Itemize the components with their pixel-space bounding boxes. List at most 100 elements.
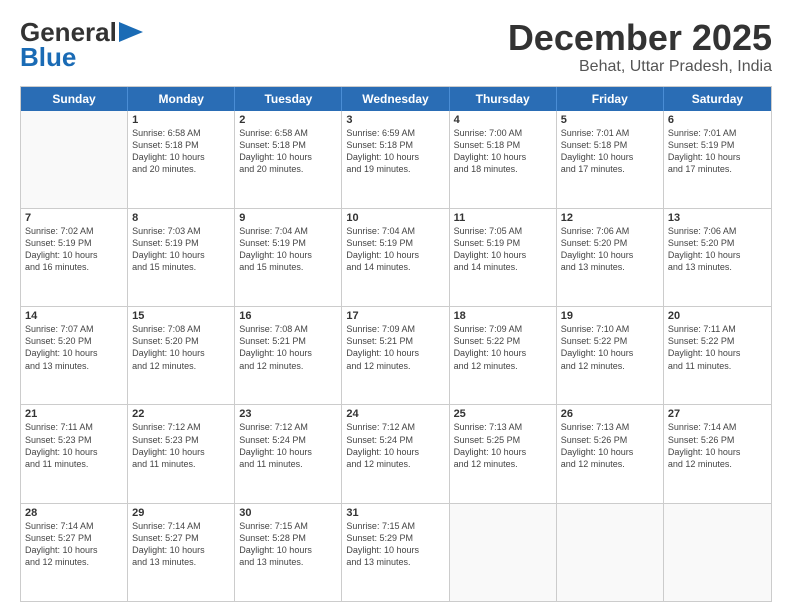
day-info: Sunrise: 7:12 AMSunset: 5:24 PMDaylight:… (346, 421, 444, 470)
calendar-day-5: 5Sunrise: 7:01 AMSunset: 5:18 PMDaylight… (557, 111, 664, 208)
calendar-day-29: 29Sunrise: 7:14 AMSunset: 5:27 PMDayligh… (128, 504, 235, 601)
day-info: Sunrise: 7:13 AMSunset: 5:25 PMDaylight:… (454, 421, 552, 470)
month-title: December 2025 (508, 18, 772, 58)
weekday-header-sunday: Sunday (21, 87, 128, 111)
calendar-day-1: 1Sunrise: 6:58 AMSunset: 5:18 PMDaylight… (128, 111, 235, 208)
calendar-day-31: 31Sunrise: 7:15 AMSunset: 5:29 PMDayligh… (342, 504, 449, 601)
day-info: Sunrise: 7:08 AMSunset: 5:20 PMDaylight:… (132, 323, 230, 372)
calendar-day-20: 20Sunrise: 7:11 AMSunset: 5:22 PMDayligh… (664, 307, 771, 404)
day-number: 2 (239, 114, 337, 126)
day-number: 12 (561, 212, 659, 224)
day-info: Sunrise: 7:01 AMSunset: 5:19 PMDaylight:… (668, 127, 767, 176)
calendar-day-23: 23Sunrise: 7:12 AMSunset: 5:24 PMDayligh… (235, 405, 342, 502)
day-info: Sunrise: 6:59 AMSunset: 5:18 PMDaylight:… (346, 127, 444, 176)
calendar-day-19: 19Sunrise: 7:10 AMSunset: 5:22 PMDayligh… (557, 307, 664, 404)
calendar-day-16: 16Sunrise: 7:08 AMSunset: 5:21 PMDayligh… (235, 307, 342, 404)
calendar-week-5: 28Sunrise: 7:14 AMSunset: 5:27 PMDayligh… (21, 504, 771, 601)
calendar-day-25: 25Sunrise: 7:13 AMSunset: 5:25 PMDayligh… (450, 405, 557, 502)
calendar-page: General Blue December 2025 Behat, Uttar … (0, 0, 792, 612)
weekday-header-wednesday: Wednesday (342, 87, 449, 111)
day-info: Sunrise: 7:00 AMSunset: 5:18 PMDaylight:… (454, 127, 552, 176)
calendar-day-empty (450, 504, 557, 601)
day-number: 8 (132, 212, 230, 224)
day-info: Sunrise: 7:13 AMSunset: 5:26 PMDaylight:… (561, 421, 659, 470)
day-info: Sunrise: 7:14 AMSunset: 5:27 PMDaylight:… (132, 520, 230, 569)
day-info: Sunrise: 7:11 AMSunset: 5:23 PMDaylight:… (25, 421, 123, 470)
day-number: 14 (25, 310, 123, 322)
day-info: Sunrise: 7:09 AMSunset: 5:21 PMDaylight:… (346, 323, 444, 372)
day-number: 30 (239, 507, 337, 519)
day-number: 17 (346, 310, 444, 322)
day-info: Sunrise: 7:08 AMSunset: 5:21 PMDaylight:… (239, 323, 337, 372)
calendar-day-6: 6Sunrise: 7:01 AMSunset: 5:19 PMDaylight… (664, 111, 771, 208)
day-number: 11 (454, 212, 552, 224)
day-number: 25 (454, 408, 552, 420)
day-number: 24 (346, 408, 444, 420)
day-info: Sunrise: 7:09 AMSunset: 5:22 PMDaylight:… (454, 323, 552, 372)
calendar-day-empty (557, 504, 664, 601)
day-number: 18 (454, 310, 552, 322)
header: General Blue December 2025 Behat, Uttar … (20, 18, 772, 76)
calendar-day-18: 18Sunrise: 7:09 AMSunset: 5:22 PMDayligh… (450, 307, 557, 404)
day-info: Sunrise: 7:05 AMSunset: 5:19 PMDaylight:… (454, 225, 552, 274)
day-number: 21 (25, 408, 123, 420)
day-info: Sunrise: 7:02 AMSunset: 5:19 PMDaylight:… (25, 225, 123, 274)
calendar-body: 1Sunrise: 6:58 AMSunset: 5:18 PMDaylight… (21, 111, 771, 601)
day-number: 7 (25, 212, 123, 224)
day-info: Sunrise: 7:07 AMSunset: 5:20 PMDaylight:… (25, 323, 123, 372)
calendar-day-8: 8Sunrise: 7:03 AMSunset: 5:19 PMDaylight… (128, 209, 235, 306)
calendar-day-3: 3Sunrise: 6:59 AMSunset: 5:18 PMDaylight… (342, 111, 449, 208)
calendar-day-11: 11Sunrise: 7:05 AMSunset: 5:19 PMDayligh… (450, 209, 557, 306)
calendar-day-12: 12Sunrise: 7:06 AMSunset: 5:20 PMDayligh… (557, 209, 664, 306)
calendar-week-1: 1Sunrise: 6:58 AMSunset: 5:18 PMDaylight… (21, 111, 771, 209)
calendar-day-9: 9Sunrise: 7:04 AMSunset: 5:19 PMDaylight… (235, 209, 342, 306)
calendar-week-3: 14Sunrise: 7:07 AMSunset: 5:20 PMDayligh… (21, 307, 771, 405)
calendar-day-empty (664, 504, 771, 601)
day-number: 19 (561, 310, 659, 322)
day-info: Sunrise: 7:06 AMSunset: 5:20 PMDaylight:… (668, 225, 767, 274)
weekday-header-friday: Friday (557, 87, 664, 111)
weekday-header-saturday: Saturday (664, 87, 771, 111)
day-number: 9 (239, 212, 337, 224)
logo-arrow-icon (117, 21, 145, 43)
calendar-day-empty (21, 111, 128, 208)
calendar-day-7: 7Sunrise: 7:02 AMSunset: 5:19 PMDaylight… (21, 209, 128, 306)
day-number: 13 (668, 212, 767, 224)
day-number: 28 (25, 507, 123, 519)
day-number: 3 (346, 114, 444, 126)
day-info: Sunrise: 7:03 AMSunset: 5:19 PMDaylight:… (132, 225, 230, 274)
day-number: 5 (561, 114, 659, 126)
day-info: Sunrise: 6:58 AMSunset: 5:18 PMDaylight:… (239, 127, 337, 176)
day-number: 6 (668, 114, 767, 126)
day-number: 31 (346, 507, 444, 519)
day-info: Sunrise: 7:15 AMSunset: 5:28 PMDaylight:… (239, 520, 337, 569)
calendar-day-28: 28Sunrise: 7:14 AMSunset: 5:27 PMDayligh… (21, 504, 128, 601)
calendar-day-15: 15Sunrise: 7:08 AMSunset: 5:20 PMDayligh… (128, 307, 235, 404)
day-info: Sunrise: 7:01 AMSunset: 5:18 PMDaylight:… (561, 127, 659, 176)
day-info: Sunrise: 7:12 AMSunset: 5:24 PMDaylight:… (239, 421, 337, 470)
calendar-day-4: 4Sunrise: 7:00 AMSunset: 5:18 PMDaylight… (450, 111, 557, 208)
logo: General Blue (20, 18, 145, 71)
calendar-day-14: 14Sunrise: 7:07 AMSunset: 5:20 PMDayligh… (21, 307, 128, 404)
day-number: 27 (668, 408, 767, 420)
calendar-week-2: 7Sunrise: 7:02 AMSunset: 5:19 PMDaylight… (21, 209, 771, 307)
calendar-header: SundayMondayTuesdayWednesdayThursdayFrid… (21, 87, 771, 111)
calendar-day-13: 13Sunrise: 7:06 AMSunset: 5:20 PMDayligh… (664, 209, 771, 306)
day-info: Sunrise: 7:14 AMSunset: 5:26 PMDaylight:… (668, 421, 767, 470)
title-area: December 2025 Behat, Uttar Pradesh, Indi… (508, 18, 772, 76)
day-info: Sunrise: 7:06 AMSunset: 5:20 PMDaylight:… (561, 225, 659, 274)
weekday-header-tuesday: Tuesday (235, 87, 342, 111)
day-number: 20 (668, 310, 767, 322)
day-number: 16 (239, 310, 337, 322)
calendar-day-22: 22Sunrise: 7:12 AMSunset: 5:23 PMDayligh… (128, 405, 235, 502)
day-info: Sunrise: 7:14 AMSunset: 5:27 PMDaylight:… (25, 520, 123, 569)
calendar-day-30: 30Sunrise: 7:15 AMSunset: 5:28 PMDayligh… (235, 504, 342, 601)
calendar-day-24: 24Sunrise: 7:12 AMSunset: 5:24 PMDayligh… (342, 405, 449, 502)
calendar: SundayMondayTuesdayWednesdayThursdayFrid… (20, 86, 772, 602)
day-info: Sunrise: 7:11 AMSunset: 5:22 PMDaylight:… (668, 323, 767, 372)
day-number: 4 (454, 114, 552, 126)
day-number: 26 (561, 408, 659, 420)
location-subtitle: Behat, Uttar Pradesh, India (508, 58, 772, 76)
calendar-day-27: 27Sunrise: 7:14 AMSunset: 5:26 PMDayligh… (664, 405, 771, 502)
day-info: Sunrise: 7:04 AMSunset: 5:19 PMDaylight:… (239, 225, 337, 274)
